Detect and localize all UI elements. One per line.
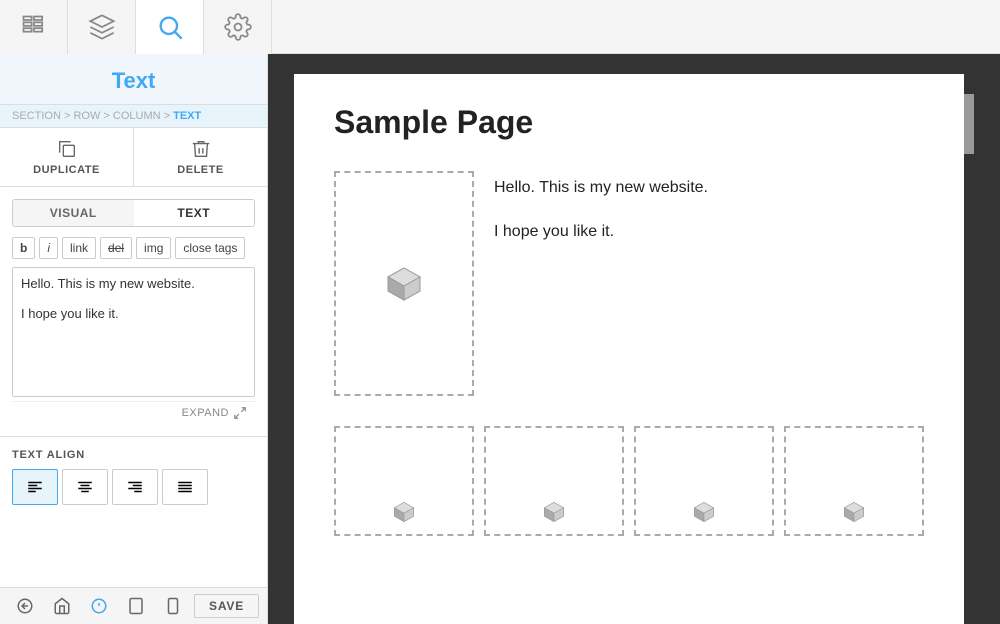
close-tags-button[interactable]: close tags	[175, 237, 245, 259]
sidebar-title: Text	[0, 54, 267, 105]
placeholder-cube-icon	[384, 264, 424, 304]
italic-button[interactable]: i	[39, 237, 58, 259]
bottom-columns-row	[334, 426, 924, 536]
align-center-button[interactable]	[62, 469, 108, 505]
breadcrumb-column: COLUMN	[113, 110, 161, 122]
col-cube-icon-3	[692, 500, 716, 524]
tab-visual[interactable]: VISUAL	[13, 200, 134, 226]
align-left-icon	[26, 478, 44, 496]
sidebar-bottom-bar: SAVE	[0, 587, 267, 624]
align-justify-button[interactable]	[162, 469, 208, 505]
align-buttons	[12, 469, 255, 505]
col-placeholder-2	[484, 426, 624, 536]
image-placeholder	[334, 171, 474, 396]
page-canvas: Sample Page Hello. This is my new websit…	[294, 74, 964, 624]
mobile-icon	[164, 597, 182, 615]
del-button[interactable]: del	[100, 237, 132, 259]
align-center-icon	[76, 478, 94, 496]
expand-icon	[233, 406, 247, 420]
bold-button[interactable]: b	[12, 237, 35, 259]
format-buttons: b i link del img close tags	[12, 237, 255, 259]
tab-text[interactable]: TEXT	[134, 200, 255, 226]
editor-section: VISUAL TEXT b i link del img close tags …	[0, 187, 267, 437]
info-button[interactable]	[82, 592, 115, 620]
info-icon	[90, 597, 108, 615]
breadcrumb-current: TEXT	[173, 110, 201, 122]
link-button[interactable]: link	[62, 237, 96, 259]
text-editor[interactable]: Hello. This is my new website. I hope yo…	[12, 267, 255, 397]
scrollbar-thumb[interactable]	[964, 94, 974, 154]
col-cube-icon-1	[392, 500, 416, 524]
breadcrumb-row: ROW	[73, 110, 100, 122]
col-cube-icon-2	[542, 500, 566, 524]
text-content: Hello. This is my new website. I hope yo…	[494, 171, 924, 396]
sidebar: Text SECTION > ROW > COLUMN > TEXT DUPLI…	[0, 54, 268, 624]
text-align-section: TEXT ALIGN	[0, 437, 267, 517]
grid-icon-btn[interactable]	[0, 0, 68, 54]
expand-bar[interactable]: EXPAND	[12, 401, 255, 424]
text-align-label: TEXT ALIGN	[12, 449, 255, 461]
col-placeholder-1	[334, 426, 474, 536]
back-icon	[16, 597, 34, 615]
duplicate-button[interactable]: DUPLICATE	[0, 128, 134, 186]
align-right-button[interactable]	[112, 469, 158, 505]
breadcrumb: SECTION > ROW > COLUMN > TEXT	[0, 105, 267, 128]
top-toolbar	[0, 0, 1000, 54]
text-line1: Hello. This is my new website.	[494, 176, 924, 200]
tablet-button[interactable]	[120, 592, 153, 620]
align-right-icon	[126, 478, 144, 496]
action-buttons: DUPLICATE DELETE	[0, 128, 267, 187]
breadcrumb-section: SECTION	[12, 110, 61, 122]
mobile-button[interactable]	[157, 592, 190, 620]
cube-icon-btn[interactable]	[68, 0, 136, 54]
content-row: Hello. This is my new website. I hope yo…	[334, 171, 924, 396]
home-button[interactable]	[45, 592, 78, 620]
delete-button[interactable]: DELETE	[134, 128, 267, 186]
col-cube-icon-4	[842, 500, 866, 524]
back-button[interactable]	[8, 592, 41, 620]
main-layout: Text SECTION > ROW > COLUMN > TEXT DUPLI…	[0, 54, 1000, 624]
text-line2: I hope you like it.	[494, 220, 924, 244]
home-icon	[53, 597, 71, 615]
col-placeholder-3	[634, 426, 774, 536]
tablet-icon	[127, 597, 145, 615]
align-left-button[interactable]	[12, 469, 58, 505]
col-placeholder-4	[784, 426, 924, 536]
canvas-area: Sample Page Hello. This is my new websit…	[268, 54, 1000, 624]
gear-icon-btn[interactable]	[204, 0, 272, 54]
page-title: Sample Page	[334, 104, 924, 141]
search-icon-btn[interactable]	[136, 0, 204, 54]
view-toggle: VISUAL TEXT	[12, 199, 255, 227]
save-button[interactable]: SAVE	[194, 594, 259, 618]
align-justify-icon	[176, 478, 194, 496]
img-button[interactable]: img	[136, 237, 171, 259]
